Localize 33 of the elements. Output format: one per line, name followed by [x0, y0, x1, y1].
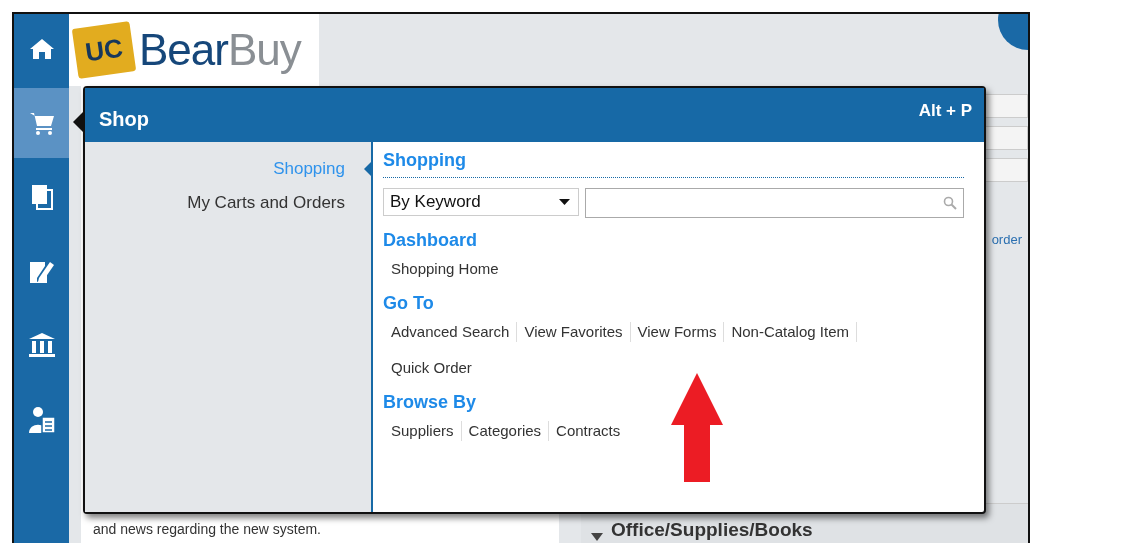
section-heading: Dashboard [383, 230, 479, 251]
cart-icon [28, 111, 55, 135]
section-heading: Browse By [383, 392, 478, 413]
news-text: and news regarding the new system. [93, 521, 322, 537]
category-title: Office/Supplies/Books [611, 519, 813, 541]
search-type-dropdown[interactable]: By Keyword [383, 188, 579, 216]
menu-item[interactable]: My Carts and Orders [187, 192, 371, 214]
person-clipboard-icon [27, 404, 56, 434]
popup-title: Shop [99, 107, 149, 131]
search-field[interactable] [585, 188, 964, 218]
menu-link[interactable]: Shopping Home [391, 259, 506, 279]
search-icon [943, 196, 957, 210]
shortcut-text: Alt + P [918, 101, 972, 121]
logo-badge: UC [71, 21, 137, 79]
menu-link[interactable]: Non-Catalog Item [731, 322, 857, 342]
caret-icon [559, 199, 570, 205]
menu-link[interactable]: Quick Order [391, 358, 479, 378]
menu-link[interactable]: View Favorites [524, 322, 631, 342]
logo-text: Bear [139, 25, 228, 74]
nav-item[interactable] [14, 88, 69, 158]
bank-icon [27, 332, 56, 358]
section-heading: Shopping [383, 150, 467, 171]
section-heading: Go To [383, 293, 435, 314]
order-link[interactable]: order [991, 232, 1022, 247]
logo-text: Buy [227, 25, 301, 74]
caret-icon [591, 533, 603, 541]
menu-link[interactable]: Advanced Search [391, 322, 518, 342]
documents-icon [30, 184, 53, 210]
menu-link[interactable]: Categories [468, 421, 550, 441]
menu-link[interactable]: Contracts [556, 421, 628, 441]
menu-link[interactable]: View Forms [637, 322, 725, 342]
menu-link[interactable]: Suppliers [391, 421, 462, 441]
home-icon [28, 38, 55, 60]
